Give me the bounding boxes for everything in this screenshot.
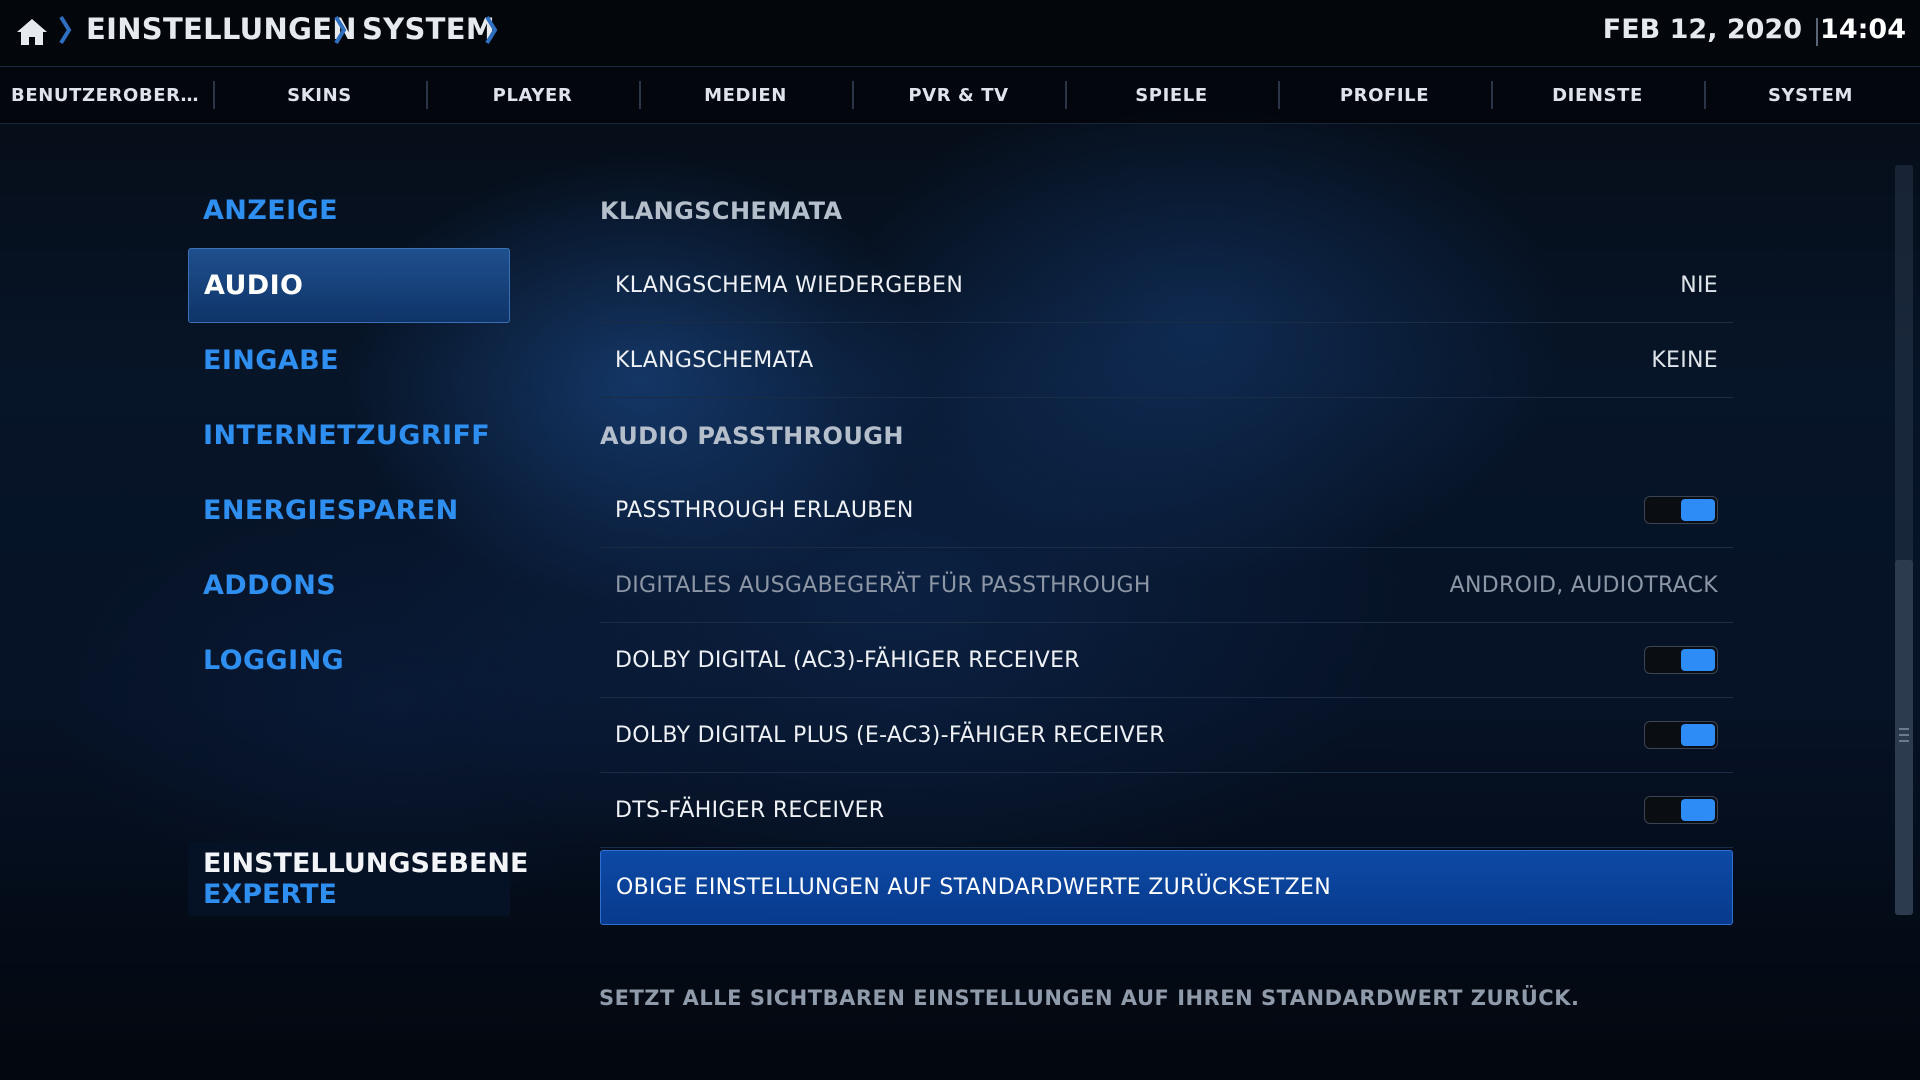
tab-skins[interactable]: SKINS	[213, 67, 426, 123]
setting-sound-scheme[interactable]: KLANGSCHEMATA KEINE	[600, 323, 1733, 398]
tab-benutzeroberflaeche[interactable]: BENUTZEROBER…	[0, 67, 213, 123]
settings-level-value: EXPERTE	[203, 879, 337, 910]
tab-profile[interactable]: PROFILE	[1278, 67, 1491, 123]
top-bar: EINSTELLUNGEN SYSTEM FEB 12, 2020 14:04	[0, 0, 1920, 67]
tab-spiele[interactable]: SPIELE	[1065, 67, 1278, 123]
setting-eac3-receiver[interactable]: DOLBY DIGITAL PLUS (E-AC3)-FÄHIGER RECEI…	[600, 698, 1733, 773]
group-header-klangschemata: KLANGSCHEMATA	[600, 196, 843, 225]
breadcrumb-settings[interactable]: EINSTELLUNGEN	[86, 12, 357, 46]
setting-label: DOLBY DIGITAL PLUS (E-AC3)-FÄHIGER RECEI…	[615, 722, 1165, 748]
setting-label: DTS-FÄHIGER RECEIVER	[615, 797, 885, 823]
tab-system[interactable]: SYSTEM	[1704, 67, 1917, 123]
sidebar-item-logging[interactable]: LOGGING	[188, 623, 510, 698]
setting-label: PASSTHROUGH ERLAUBEN	[615, 497, 914, 523]
chevron-right-icon	[334, 15, 347, 45]
tab-medien[interactable]: MEDIEN	[639, 67, 852, 123]
setting-label: KLANGSCHEMATA	[615, 347, 814, 373]
reset-defaults-label: OBIGE EINSTELLUNGEN AUF STANDARDWERTE ZU…	[616, 875, 1331, 900]
tab-pvr-tv[interactable]: PVR & TV	[852, 67, 1065, 123]
settings-tabs: BENUTZEROBER… SKINS PLAYER MEDIEN PVR & …	[0, 67, 1920, 124]
sidebar-item-internetzugriff[interactable]: INTERNETZUGRIFF	[188, 398, 510, 473]
setting-play-sound-scheme[interactable]: KLANGSCHEMA WIEDERGEBEN NIE	[600, 248, 1733, 323]
home-icon[interactable]	[14, 14, 50, 50]
toggle-knob	[1681, 499, 1715, 521]
setting-ac3-receiver[interactable]: DOLBY DIGITAL (AC3)-FÄHIGER RECEIVER	[600, 623, 1733, 698]
settings-level-button[interactable]: EINSTELLUNGSEBENE EXPERTE	[188, 842, 529, 916]
setting-label: DIGITALES AUSGABEGERÄT FÜR PASSTHROUGH	[615, 572, 1151, 598]
breadcrumb-system[interactable]: SYSTEM	[362, 12, 495, 46]
scrollbar-thumb[interactable]	[1895, 560, 1913, 915]
settings-list: KLANGSCHEMATA KLANGSCHEMA WIEDERGEBEN NI…	[600, 173, 1733, 925]
setting-dts-receiver[interactable]: DTS-FÄHIGER RECEIVER	[600, 773, 1733, 848]
scrollbar-grip	[1899, 734, 1909, 736]
settings-level-title: EINSTELLUNGSEBENE	[203, 848, 529, 879]
setting-label: KLANGSCHEMA WIEDERGEBEN	[615, 272, 964, 298]
setting-allow-passthrough[interactable]: PASSTHROUGH ERLAUBEN	[600, 473, 1733, 548]
tab-player[interactable]: PLAYER	[426, 67, 639, 123]
chevron-right-icon	[59, 15, 72, 45]
toggle-knob	[1681, 799, 1715, 821]
toggle-knob	[1681, 649, 1715, 671]
sidebar-item-addons[interactable]: ADDONS	[188, 548, 510, 623]
chevron-right-icon	[485, 15, 498, 45]
scrollbar-grip	[1899, 728, 1909, 730]
sidebar-item-eingabe[interactable]: EINGABE	[188, 323, 510, 398]
tab-dienste[interactable]: DIENSTE	[1491, 67, 1704, 123]
category-sidebar: ANZEIGE AUDIO EINGABE INTERNETZUGRIFF EN…	[188, 173, 510, 698]
sidebar-item-energiesparen[interactable]: ENERGIESPAREN	[188, 473, 510, 548]
divider	[1816, 18, 1818, 46]
setting-value: NIE	[1680, 272, 1718, 298]
setting-value: KEINE	[1651, 347, 1718, 373]
reset-defaults-button[interactable]: OBIGE EINSTELLUNGEN AUF STANDARDWERTE ZU…	[600, 850, 1733, 925]
clock: 14:04	[1820, 14, 1906, 45]
group-header-audio-passthrough: AUDIO PASSTHROUGH	[600, 421, 904, 450]
toggle-switch-on[interactable]	[1644, 646, 1718, 674]
setting-value: ANDROID, AUDIOTRACK	[1449, 572, 1718, 598]
scrollbar-grip	[1899, 740, 1909, 742]
setting-passthrough-output-device[interactable]: DIGITALES AUSGABEGERÄT FÜR PASSTHROUGH A…	[600, 548, 1733, 623]
toggle-switch-on[interactable]	[1644, 496, 1718, 524]
sidebar-item-audio[interactable]: AUDIO	[188, 248, 510, 323]
setting-label: DOLBY DIGITAL (AC3)-FÄHIGER RECEIVER	[615, 647, 1080, 673]
setting-description: SETZT ALLE SICHTBAREN EINSTELLUNGEN AUF …	[599, 986, 1580, 1010]
sidebar-item-anzeige[interactable]: ANZEIGE	[188, 173, 510, 248]
toggle-switch-on[interactable]	[1644, 796, 1718, 824]
toggle-knob	[1681, 724, 1715, 746]
toggle-switch-on[interactable]	[1644, 721, 1718, 749]
date-display: FEB 12, 2020	[1602, 14, 1802, 45]
